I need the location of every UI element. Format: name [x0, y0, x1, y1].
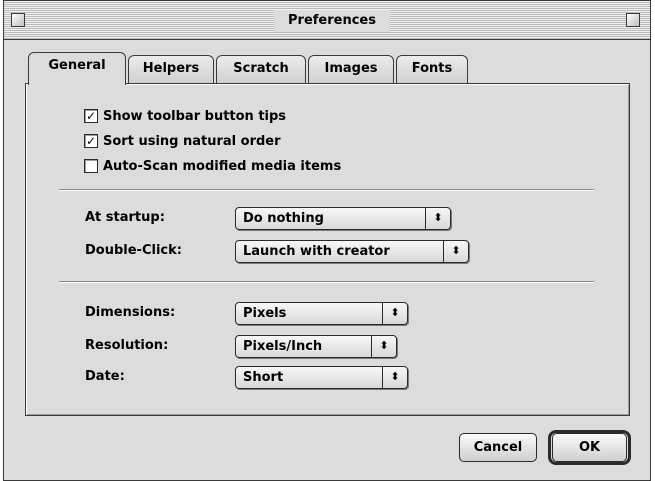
date-popup[interactable]: Short ⬍	[235, 366, 408, 389]
popup-value: Pixels	[243, 306, 287, 321]
checkbox-label: Auto-Scan modified media items	[103, 158, 342, 174]
popup-value: Do nothing	[243, 211, 324, 226]
section-divider	[59, 189, 594, 191]
popup-arrows-icon: ⬍	[443, 241, 468, 262]
checkbox-box[interactable]: ✓	[84, 109, 98, 123]
check-mark-icon: ✓	[85, 134, 97, 148]
sort-natural-order-checkbox[interactable]: ✓ Sort using natural order	[84, 131, 281, 151]
check-mark-icon: ✓	[85, 109, 97, 123]
auto-scan-checkbox[interactable]: Auto-Scan modified media items	[84, 156, 341, 176]
checkbox-box[interactable]: ✓	[84, 134, 98, 148]
dimensions-popup[interactable]: Pixels ⬍	[235, 302, 408, 325]
section-divider	[59, 281, 594, 283]
tab-general[interactable]: General	[28, 52, 126, 85]
popup-value: Launch with creator	[243, 244, 390, 259]
zoom-box[interactable]	[626, 13, 640, 27]
cancel-button[interactable]: Cancel	[459, 433, 537, 462]
show-toolbar-tips-checkbox[interactable]: ✓ Show toolbar button tips	[84, 106, 286, 126]
popup-value: Short	[243, 370, 284, 385]
at-startup-label: At startup:	[85, 210, 165, 225]
popup-arrows-icon: ⬍	[382, 303, 407, 324]
checkbox-box[interactable]	[84, 159, 98, 173]
checkbox-label: Show toolbar button tips	[103, 108, 287, 124]
window-title: Preferences	[274, 10, 390, 32]
tab-images[interactable]: Images	[308, 55, 394, 83]
dimensions-label: Dimensions:	[85, 305, 176, 320]
tab-scratch[interactable]: Scratch	[216, 55, 306, 83]
checkbox-label: Sort using natural order	[103, 133, 281, 149]
popup-arrows-icon: ⬍	[425, 208, 450, 229]
title-bar[interactable]: Preferences	[4, 1, 650, 40]
resolution-label: Resolution:	[85, 338, 169, 353]
ok-button[interactable]: OK	[552, 433, 627, 462]
popup-arrows-icon: ⬍	[382, 367, 407, 388]
resolution-popup[interactable]: Pixels/Inch ⬍	[235, 335, 397, 358]
date-label: Date:	[85, 369, 125, 384]
at-startup-popup[interactable]: Do nothing ⬍	[235, 207, 451, 230]
tab-fonts[interactable]: Fonts	[396, 55, 468, 83]
double-click-label: Double-Click:	[85, 243, 182, 258]
tab-helpers[interactable]: Helpers	[128, 55, 214, 83]
double-click-popup[interactable]: Launch with creator ⬍	[235, 240, 469, 263]
popup-value: Pixels/Inch	[243, 339, 323, 354]
popup-arrows-icon: ⬍	[371, 336, 396, 357]
close-box[interactable]	[11, 13, 25, 27]
